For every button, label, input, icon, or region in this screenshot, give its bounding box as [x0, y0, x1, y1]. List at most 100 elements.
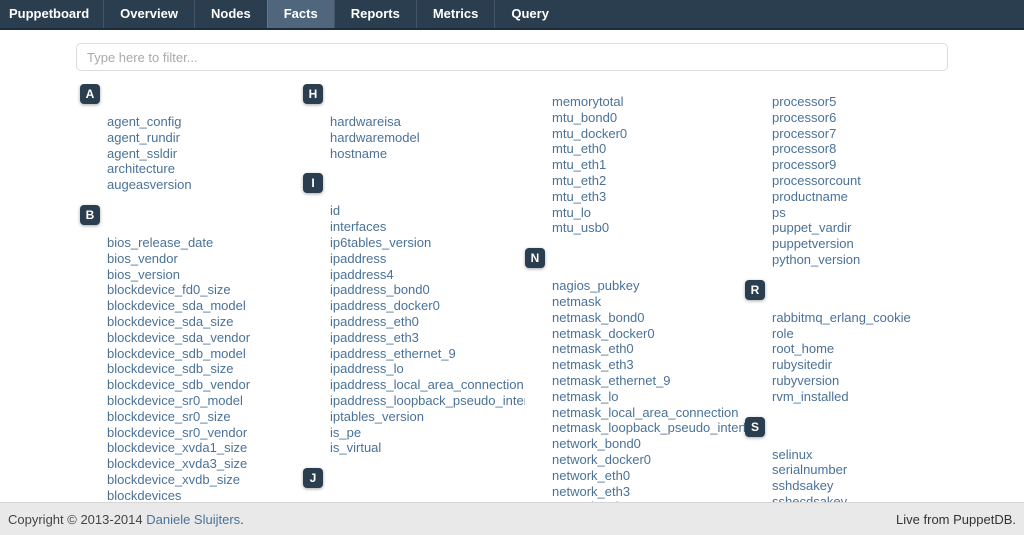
fact-link-bios_release_date[interactable]: bios_release_date: [107, 235, 213, 250]
fact-link-agent_ssldir[interactable]: agent_ssldir: [107, 146, 177, 161]
fact-link-root_home[interactable]: root_home: [772, 341, 834, 356]
nav-brand-puppetboard[interactable]: Puppetboard: [0, 0, 103, 28]
fact-link-network_eth0[interactable]: network_eth0: [552, 468, 630, 483]
fact-link-hostname[interactable]: hostname: [330, 146, 387, 161]
fact-link-ip6tables_version[interactable]: ip6tables_version: [330, 235, 431, 250]
fact-link-ipaddress[interactable]: ipaddress: [330, 251, 386, 266]
fact-link-blockdevice_xvdb_size[interactable]: blockdevice_xvdb_size: [107, 472, 240, 487]
tab-reports[interactable]: Reports: [334, 0, 416, 28]
fact-link-architecture[interactable]: architecture: [107, 161, 175, 176]
fact-link-processor9[interactable]: processor9: [772, 157, 836, 172]
footer-status-text: Live from PuppetDB.: [896, 512, 1016, 527]
fact-link-is_virtual[interactable]: is_virtual: [330, 440, 381, 455]
fact-link-mtu_lo[interactable]: mtu_lo: [552, 205, 591, 220]
fact-link-rubysitedir[interactable]: rubysitedir: [772, 357, 832, 372]
fact-link-processor7[interactable]: processor7: [772, 126, 836, 141]
fact-link-processorcount[interactable]: processorcount: [772, 173, 861, 188]
tab-nodes[interactable]: Nodes: [194, 0, 267, 28]
fact-link-puppet_vardir[interactable]: puppet_vardir: [772, 220, 852, 235]
fact-link-blockdevice_sda_vendor[interactable]: blockdevice_sda_vendor: [107, 330, 250, 345]
fact-link-iptables_version[interactable]: iptables_version: [330, 409, 424, 424]
fact-link-network_docker0[interactable]: network_docker0: [552, 452, 651, 467]
fact-link-netmask[interactable]: netmask: [552, 294, 601, 309]
fact-link-mtu_docker0[interactable]: mtu_docker0: [552, 126, 627, 141]
fact-link-mtu_eth3[interactable]: mtu_eth3: [552, 189, 606, 204]
fact-link-ipaddress4[interactable]: ipaddress4: [330, 267, 394, 282]
fact-item: bios_version: [107, 267, 302, 283]
fact-link-blockdevice_sdb_model[interactable]: blockdevice_sdb_model: [107, 346, 246, 361]
fact-link-selinux[interactable]: selinux: [772, 447, 812, 462]
fact-link-blockdevice_sda_model[interactable]: blockdevice_sda_model: [107, 298, 246, 313]
tab-overview[interactable]: Overview: [103, 0, 194, 28]
fact-link-rubyversion[interactable]: rubyversion: [772, 373, 839, 388]
tab-facts[interactable]: Facts: [267, 0, 334, 28]
fact-link-nagios_pubkey[interactable]: nagios_pubkey: [552, 278, 639, 293]
fact-link-memorytotal[interactable]: memorytotal: [552, 94, 624, 109]
fact-link-puppetversion[interactable]: puppetversion: [772, 236, 854, 251]
author-link[interactable]: Daniele Sluijters: [146, 512, 240, 527]
fact-link-is_pe[interactable]: is_pe: [330, 425, 361, 440]
fact-link-blockdevice_sr0_vendor[interactable]: blockdevice_sr0_vendor: [107, 425, 247, 440]
fact-link-ipaddress_eth3[interactable]: ipaddress_eth3: [330, 330, 419, 345]
fact-link-sshdsakey[interactable]: sshdsakey: [772, 478, 833, 493]
fact-link-netmask_local_area_connection[interactable]: netmask_local_area_connection: [552, 405, 738, 420]
fact-link-bios_version[interactable]: bios_version: [107, 267, 180, 282]
fact-link-ipaddress_ethernet_9[interactable]: ipaddress_ethernet_9: [330, 346, 456, 361]
fact-link-id[interactable]: id: [330, 203, 340, 218]
fact-link-ipaddress_lo[interactable]: ipaddress_lo: [330, 361, 404, 376]
fact-link-ipaddress_eth0[interactable]: ipaddress_eth0: [330, 314, 419, 329]
fact-link-ipaddress_docker0[interactable]: ipaddress_docker0: [330, 298, 440, 313]
fact-link-network_eth3[interactable]: network_eth3: [552, 484, 630, 499]
fact-link-netmask_eth0[interactable]: netmask_eth0: [552, 341, 634, 356]
fact-link-bios_vendor[interactable]: bios_vendor: [107, 251, 178, 266]
fact-link-mtu_eth0[interactable]: mtu_eth0: [552, 141, 606, 156]
fact-link-rvm_installed[interactable]: rvm_installed: [772, 389, 849, 404]
fact-link-ipaddress_loopback_pseudo_interface[interactable]: ipaddress_loopback_pseudo_interface: [330, 393, 525, 408]
fact-list: hardwareisahardwaremodelhostname: [303, 114, 525, 161]
fact-item: netmask_eth3: [552, 357, 747, 373]
fact-link-mtu_usb0[interactable]: mtu_usb0: [552, 220, 609, 235]
fact-link-netmask_eth3[interactable]: netmask_eth3: [552, 357, 634, 372]
fact-link-agent_rundir[interactable]: agent_rundir: [107, 130, 180, 145]
fact-item: blockdevice_sda_vendor: [107, 330, 302, 346]
filter-input[interactable]: [76, 43, 948, 71]
tab-query[interactable]: Query: [494, 0, 565, 28]
fact-link-ipaddress_local_area_connection[interactable]: ipaddress_local_area_connection: [330, 377, 524, 392]
fact-link-netmask_ethernet_9[interactable]: netmask_ethernet_9: [552, 373, 671, 388]
fact-link-rabbitmq_erlang_cookie[interactable]: rabbitmq_erlang_cookie: [772, 310, 911, 325]
fact-link-ipaddress_bond0[interactable]: ipaddress_bond0: [330, 282, 430, 297]
fact-link-blockdevice_sdb_vendor[interactable]: blockdevice_sdb_vendor: [107, 377, 250, 392]
fact-link-processor6[interactable]: processor6: [772, 110, 836, 125]
fact-link-augeasversion[interactable]: augeasversion: [107, 177, 192, 192]
fact-link-serialnumber[interactable]: serialnumber: [772, 462, 847, 477]
fact-link-blockdevice_sda_size[interactable]: blockdevice_sda_size: [107, 314, 233, 329]
fact-link-mtu_eth1[interactable]: mtu_eth1: [552, 157, 606, 172]
fact-link-productname[interactable]: productname: [772, 189, 848, 204]
fact-link-ps[interactable]: ps: [772, 205, 786, 220]
fact-link-netmask_bond0[interactable]: netmask_bond0: [552, 310, 645, 325]
fact-link-python_version[interactable]: python_version: [772, 252, 860, 267]
fact-link-blockdevice_fd0_size[interactable]: blockdevice_fd0_size: [107, 282, 231, 297]
fact-link-hardwareisa[interactable]: hardwareisa: [330, 114, 401, 129]
fact-link-blockdevice_sr0_size[interactable]: blockdevice_sr0_size: [107, 409, 231, 424]
fact-link-processor8[interactable]: processor8: [772, 141, 836, 156]
fact-link-blockdevice_sdb_size[interactable]: blockdevice_sdb_size: [107, 361, 233, 376]
fact-link-mtu_bond0[interactable]: mtu_bond0: [552, 110, 617, 125]
fact-link-role[interactable]: role: [772, 326, 794, 341]
fact-link-mtu_eth2[interactable]: mtu_eth2: [552, 173, 606, 188]
fact-item: netmask: [552, 294, 747, 310]
fact-link-hardwaremodel[interactable]: hardwaremodel: [330, 130, 420, 145]
fact-link-blockdevice_xvda1_size[interactable]: blockdevice_xvda1_size: [107, 440, 247, 455]
fact-link-netmask_lo[interactable]: netmask_lo: [552, 389, 618, 404]
fact-item: mtu_eth2: [552, 173, 747, 189]
tab-metrics[interactable]: Metrics: [416, 0, 495, 28]
fact-link-blockdevices[interactable]: blockdevices: [107, 488, 181, 503]
fact-link-blockdevice_xvda3_size[interactable]: blockdevice_xvda3_size: [107, 456, 247, 471]
fact-link-processor5[interactable]: processor5: [772, 94, 836, 109]
fact-link-netmask_loopback_pseudo_interface[interactable]: netmask_loopback_pseudo_interface: [552, 420, 747, 435]
fact-link-network_bond0[interactable]: network_bond0: [552, 436, 641, 451]
fact-link-agent_config[interactable]: agent_config: [107, 114, 181, 129]
fact-link-interfaces[interactable]: interfaces: [330, 219, 386, 234]
fact-link-blockdevice_sr0_model[interactable]: blockdevice_sr0_model: [107, 393, 243, 408]
fact-link-netmask_docker0[interactable]: netmask_docker0: [552, 326, 655, 341]
